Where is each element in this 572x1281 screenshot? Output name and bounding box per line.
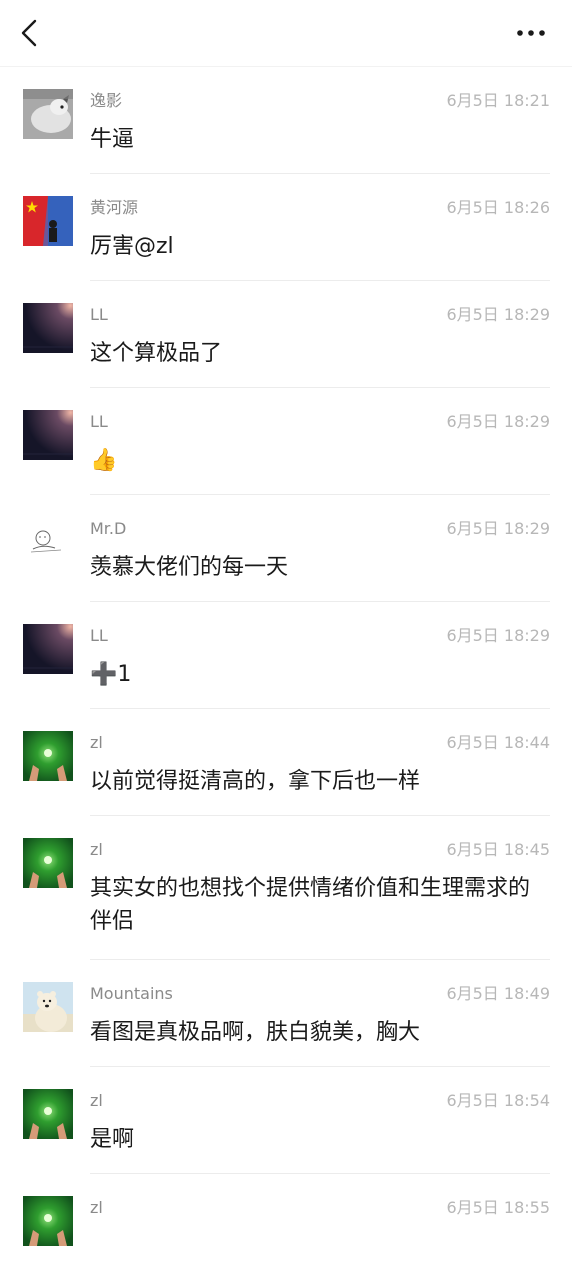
comment-item[interactable]: zl 6月5日 18:45 其实女的也想找个提供情绪价值和生理需求的伴侣 (0, 816, 572, 960)
top-bar (0, 0, 572, 66)
comment-item[interactable]: Mountains 6月5日 18:49 看图是真极品啊，肤白貌美，胸大 (0, 960, 572, 1067)
commenter-name[interactable]: Mountains (90, 985, 173, 1003)
commenter-name[interactable]: zl (90, 1199, 103, 1217)
comment-item[interactable]: zl 6月5日 18:55 (0, 1174, 572, 1281)
comment-item[interactable]: Mr.D 6月5日 18:29 羡慕大佬们的每一天 (0, 495, 572, 602)
comment-time: 6月5日 18:29 (446, 626, 550, 645)
back-button[interactable] (14, 14, 48, 50)
avatar[interactable] (23, 982, 73, 1032)
comment-text: 是啊 (90, 1127, 135, 1152)
commenter-name[interactable]: 黄河源 (90, 199, 138, 217)
commenter-name[interactable]: LL (90, 627, 108, 645)
comment-time: 6月5日 18:49 (446, 984, 550, 1003)
comment-time: 6月5日 18:26 (446, 198, 550, 217)
comment-time: 6月5日 18:29 (446, 305, 550, 324)
comment-item[interactable]: LL 6月5日 18:29 ➕1 (0, 602, 572, 709)
comment-time: 6月5日 18:54 (446, 1091, 550, 1110)
comment-time: 6月5日 18:55 (446, 1198, 550, 1217)
avatar[interactable] (23, 517, 73, 567)
avatar[interactable] (23, 731, 73, 781)
comment-text: 厉害@zl (90, 234, 174, 259)
comment-text: 牛逼 (90, 127, 135, 152)
commenter-name[interactable]: zl (90, 1092, 103, 1110)
commenter-name[interactable]: LL (90, 306, 108, 324)
more-button[interactable] (514, 22, 554, 44)
avatar[interactable] (23, 1089, 73, 1139)
comment-text: 以前觉得挺清高的，拿下后也一样 (90, 769, 421, 794)
commenter-name[interactable]: zl (90, 841, 103, 859)
ellipsis-icon (517, 30, 545, 36)
avatar[interactable] (23, 410, 73, 460)
avatar[interactable] (23, 196, 73, 246)
comment-item[interactable]: zl 6月5日 18:54 是啊 (0, 1067, 572, 1174)
comment-text: 👍 (90, 448, 118, 473)
comment-item[interactable]: 黄河源 6月5日 18:26 厉害@zl (0, 174, 572, 281)
avatar[interactable] (23, 89, 73, 139)
avatar[interactable] (23, 1196, 73, 1246)
comment-text: 这个算极品了 (90, 341, 223, 366)
comment-time: 6月5日 18:29 (446, 412, 550, 431)
chevron-left-icon (21, 19, 37, 47)
comment-text: ➕1 (90, 662, 132, 687)
comment-time: 6月5日 18:21 (446, 91, 550, 110)
comment-time: 6月5日 18:45 (446, 840, 550, 859)
comment-text: 其实女的也想找个提供情绪价值和生理需求的伴侣 (90, 876, 531, 934)
commenter-name[interactable]: LL (90, 413, 108, 431)
comment-item[interactable]: 逸影 6月5日 18:21 牛逼 (0, 67, 572, 174)
comment-item[interactable]: zl 6月5日 18:44 以前觉得挺清高的，拿下后也一样 (0, 709, 572, 816)
avatar[interactable] (23, 303, 73, 353)
avatar[interactable] (23, 838, 73, 888)
comment-item[interactable]: LL 6月5日 18:29 这个算极品了 (0, 281, 572, 388)
commenter-name[interactable]: zl (90, 734, 103, 752)
commenter-name[interactable]: 逸影 (90, 92, 122, 110)
comment-text: 看图是真极品啊，肤白貌美，胸大 (90, 1020, 421, 1045)
comment-time: 6月5日 18:44 (446, 733, 550, 752)
avatar[interactable] (23, 624, 73, 674)
comment-text: 羡慕大佬们的每一天 (90, 555, 289, 580)
comment-item[interactable]: LL 6月5日 18:29 👍 (0, 388, 572, 495)
comment-time: 6月5日 18:29 (446, 519, 550, 538)
commenter-name[interactable]: Mr.D (90, 520, 126, 538)
